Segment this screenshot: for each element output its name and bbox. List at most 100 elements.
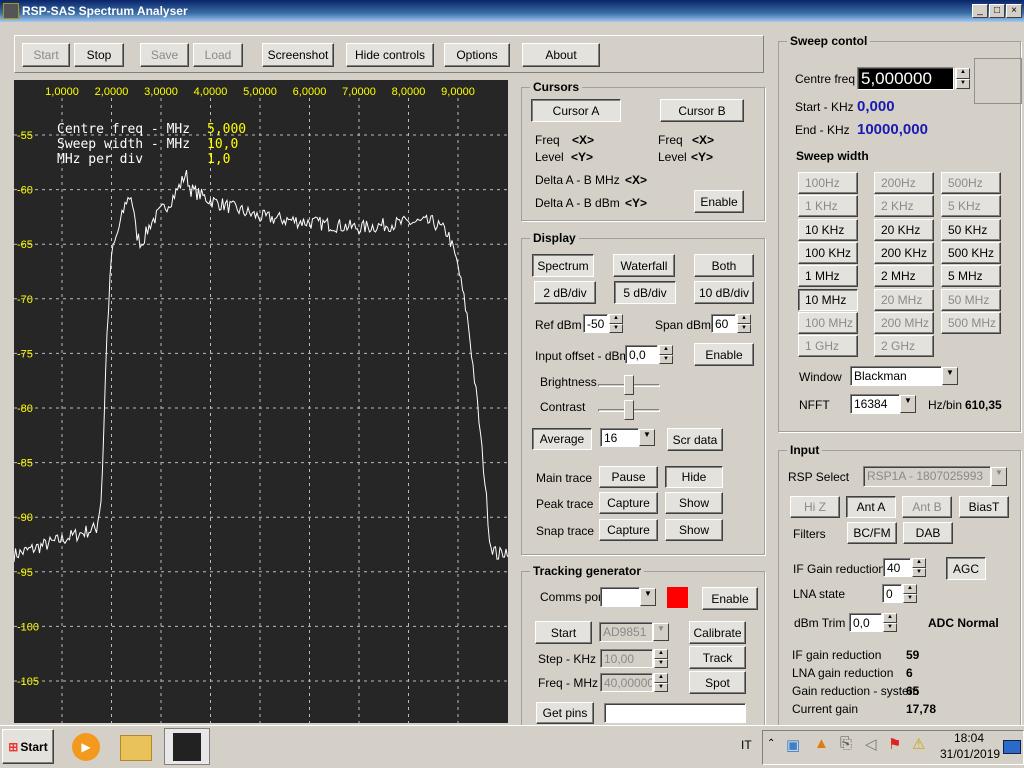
5db-div-button[interactable]: 5 dB/div xyxy=(614,281,676,304)
taskbar-app-rsp-sas[interactable] xyxy=(164,728,210,765)
waterfall-button[interactable]: Waterfall xyxy=(613,254,675,277)
biast-button[interactable]: BiasT xyxy=(959,496,1009,518)
main-pause-button[interactable]: Pause xyxy=(599,466,658,488)
peak-capture-button[interactable]: Capture xyxy=(599,492,658,514)
ref-dbm-spinner[interactable]: ▲ ▼ xyxy=(608,314,623,333)
offset-enable-button[interactable]: Enable xyxy=(694,343,754,366)
ref-dbm-input[interactable]: -50 xyxy=(583,314,608,333)
sweep-width-1khz-button[interactable]: 1 KHz xyxy=(798,195,858,218)
spot-button[interactable]: Spot xyxy=(689,671,746,694)
lna-state-spinner[interactable]: ▲ ▼ xyxy=(902,584,917,603)
sweep-width-10khz-button[interactable]: 10 KHz xyxy=(798,218,858,241)
window-select[interactable]: Blackman xyxy=(850,366,942,386)
clock-time[interactable]: 18:04 xyxy=(954,731,984,745)
2db-div-button[interactable]: 2 dB/div xyxy=(534,281,596,304)
10db-div-button[interactable]: 10 dB/div xyxy=(694,281,754,304)
power-icon[interactable]: ⎘ xyxy=(840,735,852,752)
network-warning-icon[interactable]: ⚠ xyxy=(912,735,925,753)
contrast-slider[interactable] xyxy=(598,400,660,420)
sweep-width-1ghz-button[interactable]: 1 GHz xyxy=(798,335,858,358)
sweep-width-200khz-button[interactable]: 200 KHz xyxy=(874,241,934,264)
tracking-start-button[interactable]: Start xyxy=(535,621,592,644)
sweep-width-20khz-button[interactable]: 20 KHz xyxy=(874,218,934,241)
action-center-icon[interactable]: ⚑ xyxy=(888,735,901,753)
ant-a-button[interactable]: Ant A xyxy=(846,496,896,518)
save-button[interactable]: Save xyxy=(140,43,189,67)
tracking-enable-button[interactable]: Enable xyxy=(702,587,758,610)
language-indicator[interactable]: IT xyxy=(741,738,752,752)
chevron-down-icon[interactable]: ▼ xyxy=(640,588,656,606)
cursor-enable-button[interactable]: Enable xyxy=(694,190,744,213)
brightness-thumb[interactable] xyxy=(624,375,634,395)
sweep-width-100mhz-button[interactable]: 100 MHz xyxy=(798,311,858,334)
average-select[interactable]: 16 xyxy=(600,428,639,447)
sweep-width-500khz-button[interactable]: 500 KHz xyxy=(941,241,1001,264)
maximize-button[interactable]: □ xyxy=(989,4,1005,18)
brightness-slider[interactable] xyxy=(598,375,660,395)
rsp-select[interactable]: RSP1A - 1807025993 xyxy=(863,466,991,487)
show-desktop-icon[interactable] xyxy=(1003,740,1021,754)
sweep-width-100hz-button[interactable]: 100Hz xyxy=(798,172,858,194)
about-button[interactable]: About xyxy=(522,43,600,67)
show-hidden-icons-icon[interactable]: ⌃ xyxy=(767,738,775,749)
centre-freq-input[interactable]: 5,000000 xyxy=(857,67,954,90)
spectrum-plot[interactable]: 1,0000 2,0000 3,0000 4,0000 5,0000 6,0000 7,00… xyxy=(13,80,508,723)
sweep-width-500mhz-button[interactable]: 500 MHz xyxy=(941,311,1001,334)
calibrate-button[interactable]: Calibrate xyxy=(689,621,746,644)
screenshot-button[interactable]: Screenshot xyxy=(262,43,334,67)
if-gain-input[interactable]: 40 xyxy=(883,558,911,577)
centre-freq-spinner[interactable]: ▲ ▼ xyxy=(955,68,970,89)
sweep-width-100khz-button[interactable]: 100 KHz xyxy=(798,241,858,264)
if-gain-spinner[interactable]: ▲ ▼ xyxy=(911,558,926,577)
cursor-a-button[interactable]: Cursor A xyxy=(531,99,621,122)
chevron-down-icon[interactable]: ▼ xyxy=(991,467,1007,486)
warning-icon[interactable]: ▲ xyxy=(814,735,829,752)
sweep-width-50mhz-button[interactable]: 50 MHz xyxy=(941,288,1001,311)
options-button[interactable]: Options xyxy=(444,43,510,67)
chevron-down-icon[interactable]: ▼ xyxy=(653,623,669,641)
chevron-down-icon[interactable]: ▼ xyxy=(900,395,916,413)
sweep-width-2mhz-button[interactable]: 2 MHz xyxy=(874,265,934,288)
step-spinner[interactable]: ▲ ▼ xyxy=(653,649,668,668)
volume-icon[interactable]: ◁ xyxy=(865,735,877,753)
file-explorer-icon[interactable] xyxy=(120,735,152,761)
clock-date[interactable]: 31/01/2019 xyxy=(940,747,1000,761)
comms-port-select[interactable] xyxy=(600,587,640,607)
average-button[interactable]: Average xyxy=(532,428,592,450)
sweep-width-200mhz-button[interactable]: 200 MHz xyxy=(874,311,934,334)
freq-spinner[interactable]: ▲ ▼ xyxy=(653,673,668,692)
chevron-down-icon[interactable]: ▼ xyxy=(639,429,655,446)
get-pins-button[interactable]: Get pins xyxy=(536,702,594,724)
sweep-width-10mhz-button[interactable]: 10 MHz xyxy=(798,288,858,311)
chevron-down-icon[interactable]: ▼ xyxy=(942,367,958,385)
scr-data-button[interactable]: Scr data xyxy=(667,428,723,451)
spectrum-button[interactable]: Spectrum xyxy=(532,254,594,277)
bcfm-button[interactable]: BC/FM xyxy=(847,522,897,544)
stop-button[interactable]: Stop xyxy=(74,43,124,67)
load-button[interactable]: Load xyxy=(193,43,243,67)
sweep-width-200hz-button[interactable]: 200Hz xyxy=(874,172,934,194)
ant-b-button[interactable]: Ant B xyxy=(902,496,952,518)
span-dbm-input[interactable]: 60 xyxy=(711,314,736,333)
network-drive-icon[interactable]: ▣ xyxy=(786,736,800,754)
snap-capture-button[interactable]: Capture xyxy=(599,519,658,541)
sweep-width-2ghz-button[interactable]: 2 GHz xyxy=(874,335,934,358)
sweep-width-5mhz-button[interactable]: 5 MHz xyxy=(941,265,1001,288)
hiz-button[interactable]: Hi Z xyxy=(790,496,840,518)
sweep-width-50khz-button[interactable]: 50 KHz xyxy=(941,218,1001,241)
sweep-width-2khz-button[interactable]: 2 KHz xyxy=(874,195,934,218)
dab-button[interactable]: DAB xyxy=(903,522,953,544)
contrast-thumb[interactable] xyxy=(624,400,634,420)
step-input[interactable]: 10,00 xyxy=(600,649,653,668)
sweep-width-500hz-button[interactable]: 500Hz xyxy=(941,172,1001,194)
sweep-width-1mhz-button[interactable]: 1 MHz xyxy=(798,265,858,288)
peak-show-button[interactable]: Show xyxy=(665,492,723,514)
start-menu-button[interactable]: ⊞ Start xyxy=(2,729,54,764)
span-dbm-spinner[interactable]: ▲ ▼ xyxy=(736,314,751,333)
freq-input[interactable]: 40,000000 xyxy=(600,673,653,692)
dbm-trim-spinner[interactable]: ▲ ▼ xyxy=(882,613,897,632)
snap-show-button[interactable]: Show xyxy=(665,519,723,541)
hide-controls-button[interactable]: Hide controls xyxy=(346,43,434,67)
media-player-icon[interactable]: ▶ xyxy=(72,733,100,761)
chip-select[interactable]: AD9851 xyxy=(599,622,653,642)
